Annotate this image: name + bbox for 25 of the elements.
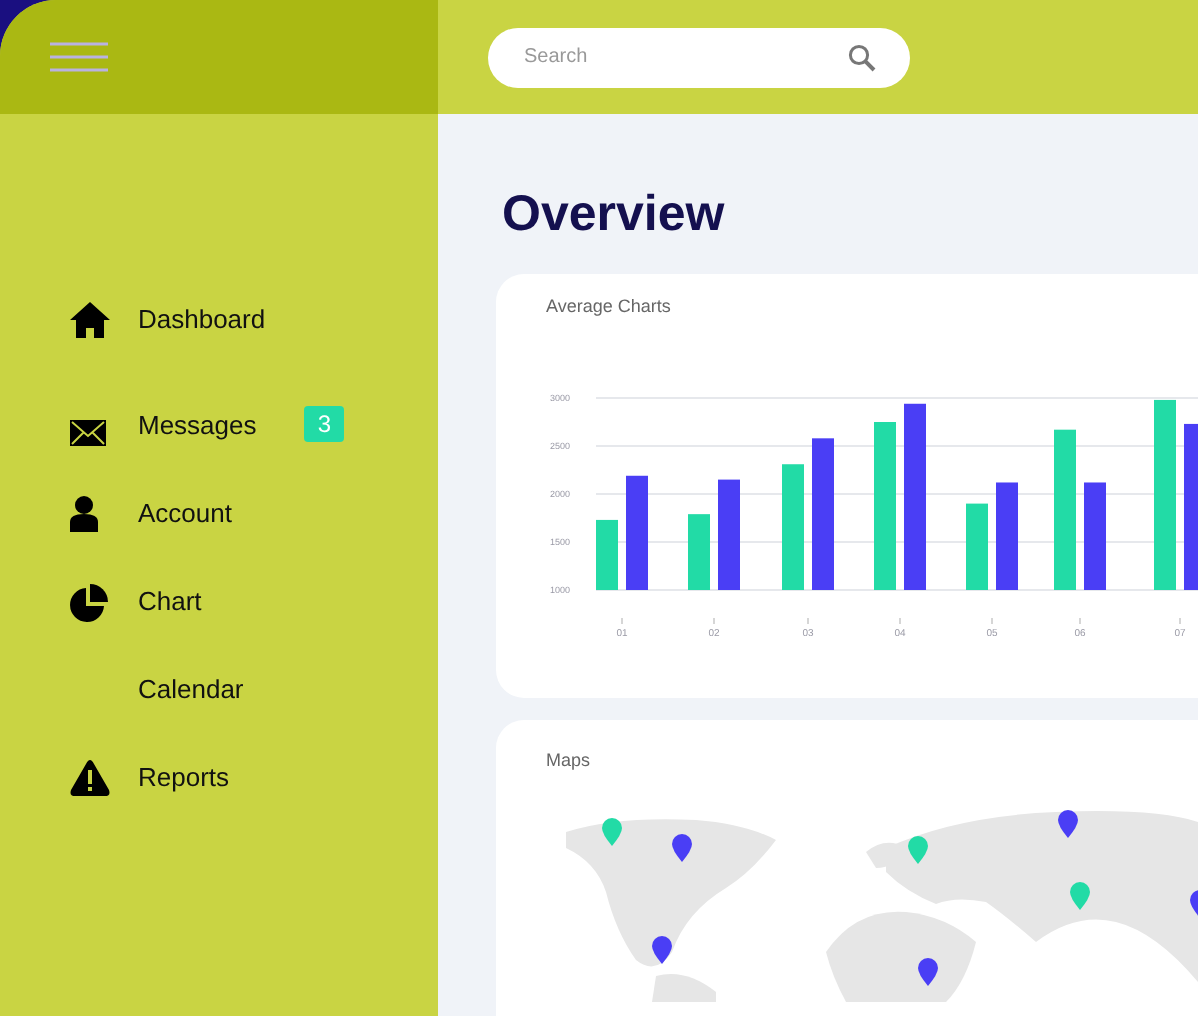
bar <box>1084 481 1106 589</box>
bar <box>966 502 988 589</box>
bar <box>718 478 740 589</box>
search-icon[interactable] <box>848 43 876 71</box>
sidebar-item[interactable]: Dashboard <box>0 276 438 364</box>
user-icon <box>70 496 98 532</box>
card-title: Maps <box>546 748 591 774</box>
home-icon <box>70 300 110 340</box>
sidebar-item[interactable]: Chart <box>0 558 438 646</box>
bar <box>688 513 710 589</box>
bar <box>782 463 804 589</box>
card-title: Average Charts <box>546 294 671 320</box>
bar <box>626 474 648 589</box>
sidebar-item[interactable]: Calendar <box>0 646 438 734</box>
bar <box>996 481 1018 589</box>
pie-chart-icon <box>70 583 108 621</box>
sidebar-item[interactable]: Messages 3 <box>0 382 438 470</box>
bar <box>596 518 618 589</box>
warning-icon <box>70 760 110 796</box>
envelope-icon <box>70 419 106 445</box>
count-badge: 3 <box>304 406 345 442</box>
sidebar-item[interactable]: Account <box>0 470 438 558</box>
page-title: Overview <box>502 184 725 246</box>
sidebar-item[interactable]: Reports <box>0 734 438 822</box>
search-field[interactable]: Search <box>488 27 910 87</box>
